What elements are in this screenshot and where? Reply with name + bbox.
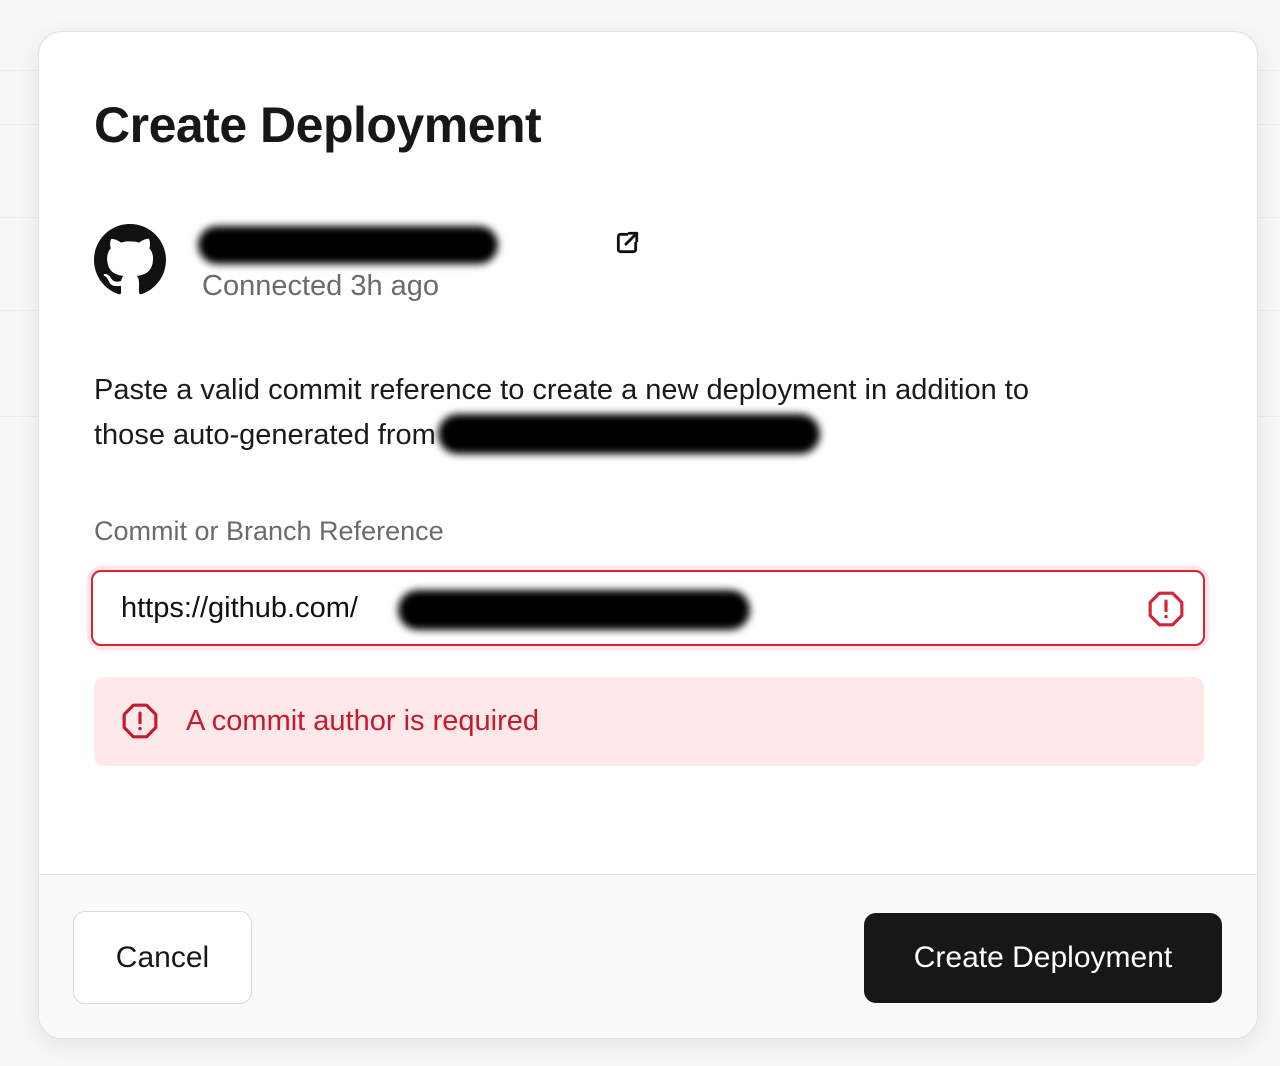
cancel-button[interactable]: Cancel [73,911,252,1004]
redacted-repository-name [198,226,498,264]
dialog-footer: Cancel Create Deployment [39,874,1257,1038]
redacted-url-path [398,590,750,630]
description-line-2: those auto-generated from [94,413,1194,458]
connection-status: Connected 3h ago [202,270,440,302]
description-line-2-text: those auto-generated from [94,419,436,451]
error-octagon-icon [122,703,158,739]
create-deployment-button[interactable]: Create Deployment [864,913,1222,1003]
repository-info: Connected 3h ago [94,212,694,332]
create-deployment-dialog: Create Deployment Connected 3h ago Paste… [38,31,1258,1039]
error-alert: A commit author is required [94,677,1204,766]
error-message: A commit author is required [186,705,539,737]
dialog-description: Paste a valid commit reference to create… [94,368,1194,458]
description-line-1: Paste a valid commit reference to create… [94,374,1029,406]
redacted-source-repository [437,414,820,455]
repository-link[interactable] [198,218,639,264]
external-link-icon[interactable] [614,230,640,256]
github-icon [94,224,166,295]
commit-reference-input[interactable]: https://github.com/ [91,570,1205,646]
dialog-title: Create Deployment [94,97,542,153]
commit-reference-value: https://github.com/ [121,592,358,624]
error-octagon-icon [1148,591,1184,627]
commit-reference-label: Commit or Branch Reference [94,516,444,546]
